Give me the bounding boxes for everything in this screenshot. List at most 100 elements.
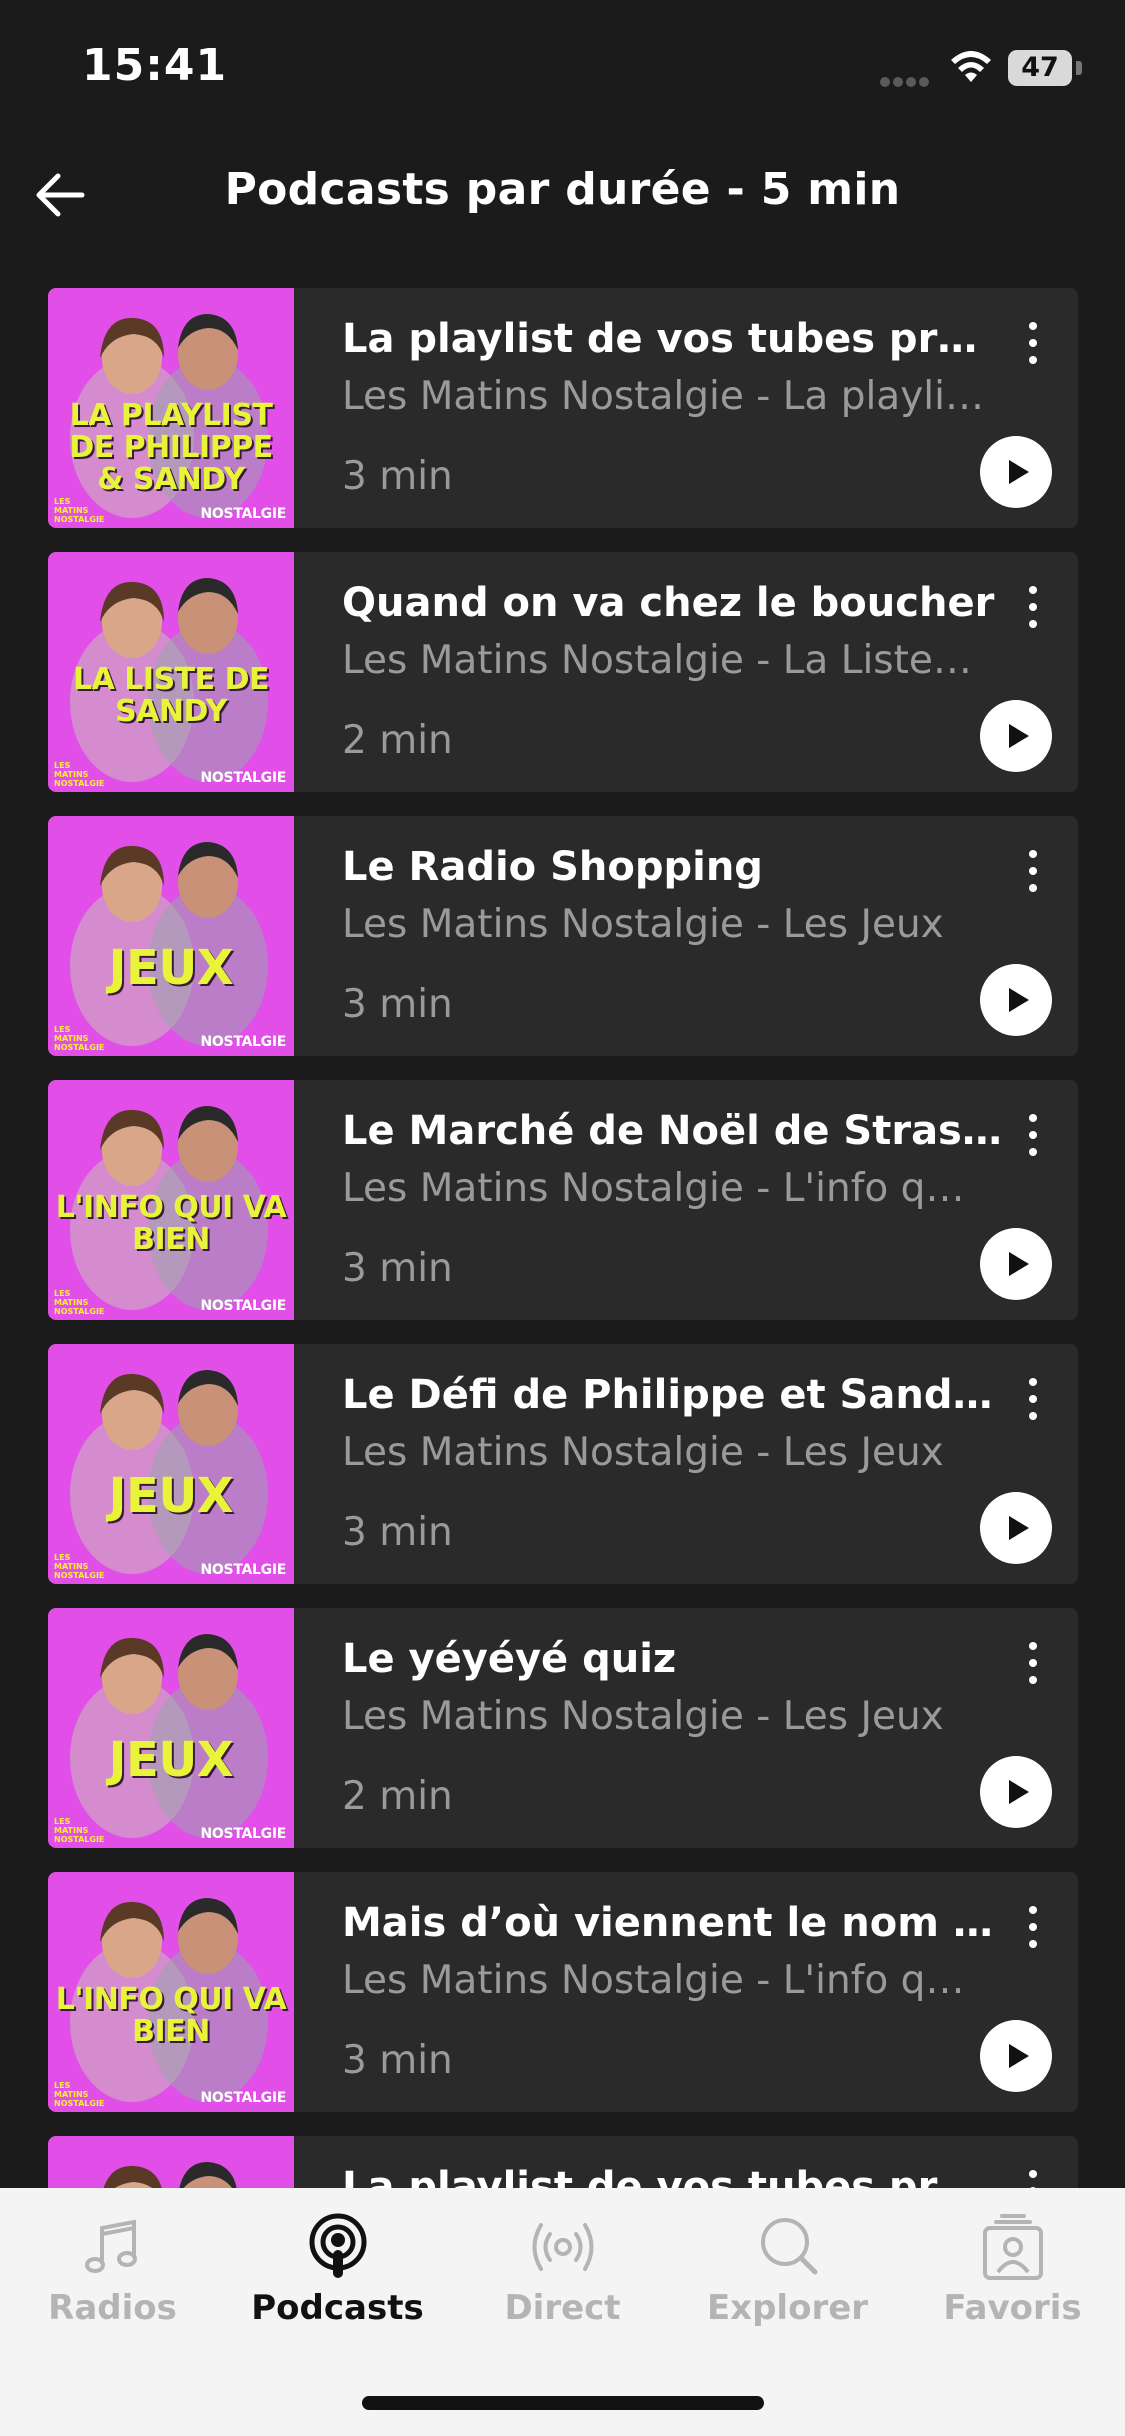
episode-title: Le Marché de Noël de Strasb… [342, 1108, 1002, 1154]
play-button[interactable] [980, 1228, 1052, 1300]
cover-title: LA LISTE DE SANDY [73, 662, 269, 729]
tab-favoris[interactable]: Favoris [900, 2212, 1125, 2362]
episode-card[interactable]: LA LISTE DE SANDY LES MATINS NOSTALGIE N… [48, 552, 1078, 792]
cover-title: JEUX [108, 1468, 234, 1524]
episode-cover [48, 2136, 294, 2188]
play-icon [1009, 724, 1029, 748]
episode-card[interactable]: JEUX LES MATINS NOSTALGIE NOSTALGIE Le D… [48, 1344, 1078, 1584]
play-button[interactable] [980, 1756, 1052, 1828]
episode-duration: 3 min [342, 982, 453, 1027]
tab-radios[interactable]: Radios [0, 2212, 225, 2362]
tab-label: Favoris [943, 2288, 1082, 2328]
more-options-icon[interactable] [1008, 844, 1058, 904]
more-options-icon[interactable] [1008, 316, 1058, 376]
cover-show-logo: LES MATINS NOSTALGIE [54, 1289, 105, 1316]
more-options-icon[interactable] [1008, 580, 1058, 640]
cover-show-logo: LES MATINS NOSTALGIE [54, 761, 105, 788]
episode-card[interactable]: L'INFO QUI VA BIEN LES MATINS NOSTALGIE … [48, 1872, 1078, 2112]
cover-show-logo: LES MATINS NOSTALGIE [54, 1553, 105, 1580]
cover-show-logo: LES MATINS NOSTALGIE [54, 497, 105, 524]
music-note-icon [84, 2219, 137, 2273]
episode-duration: 3 min [342, 2038, 453, 2083]
episode-card[interactable]: JEUX LES MATINS NOSTALGIE NOSTALGIE Le R… [48, 816, 1078, 1056]
signal-icon [880, 72, 936, 87]
tab-label: Podcasts [251, 2288, 424, 2328]
episode-show: Les Matins Nostalgie - La Liste… [342, 638, 972, 683]
cover-brand-logo: NOSTALGIE [200, 1562, 287, 1578]
tab-direct[interactable]: Direct [450, 2212, 675, 2362]
episode-cover: LA PLAYLIST DE PHILIPPE & SANDY LES MATI… [48, 288, 294, 528]
status-time: 15:41 [82, 40, 228, 91]
tab-label: Radios [48, 2288, 177, 2328]
episode-cover: JEUX LES MATINS NOSTALGIE NOSTALGIE [48, 1344, 294, 1584]
episode-show: Les Matins Nostalgie - Les Jeux [342, 1430, 944, 1475]
cover-show-logo: LES MATINS NOSTALGIE [54, 1025, 105, 1052]
more-options-icon[interactable] [1008, 2164, 1058, 2188]
episode-cover: L'INFO QUI VA BIEN LES MATINS NOSTALGIE … [48, 1872, 294, 2112]
hosts-illustration [70, 842, 268, 1046]
episode-title: La playlist de vos tubes préf… [342, 2164, 1002, 2188]
episode-cover: JEUX LES MATINS NOSTALGIE NOSTALGIE [48, 1608, 294, 1848]
episode-cover: LA LISTE DE SANDY LES MATINS NOSTALGIE N… [48, 552, 294, 792]
episode-duration: 2 min [342, 1774, 453, 1819]
play-button[interactable] [980, 700, 1052, 772]
cover-title: L'INFO QUI VA BIEN [55, 1190, 287, 1257]
play-icon [1009, 1780, 1029, 1804]
episode-duration: 3 min [342, 454, 453, 499]
cover-show-logo: LES MATINS NOSTALGIE [54, 1817, 105, 1844]
battery-cap [1076, 61, 1082, 75]
broadcast-icon [532, 2223, 593, 2271]
episode-cover: L'INFO QUI VA BIEN LES MATINS NOSTALGIE … [48, 1080, 294, 1320]
header: Podcasts par durée - 5 min [0, 140, 1125, 250]
episode-duration: 3 min [342, 1246, 453, 1291]
hosts-illustration [70, 1634, 268, 1838]
episode-title: Quand on va chez le boucher [342, 580, 995, 626]
play-icon [1009, 2044, 1029, 2068]
tab-explorer[interactable]: Explorer [675, 2212, 900, 2362]
more-options-icon[interactable] [1008, 1372, 1058, 1432]
episode-show: Les Matins Nostalgie - L'info q… [342, 1958, 965, 2003]
episode-title: Le Radio Shopping [342, 844, 763, 890]
cover-title: L'INFO QUI VA BIEN [55, 1982, 287, 2049]
cover-brand-logo: NOSTALGIE [200, 1034, 287, 1050]
episode-card[interactable]: JEUX LES MATINS NOSTALGIE NOSTALGIE Le y… [48, 1608, 1078, 1848]
cover-brand-logo: NOSTALGIE [200, 770, 287, 786]
cover-show-logo: LES MATINS NOSTALGIE [54, 2081, 105, 2108]
play-button[interactable] [980, 2020, 1052, 2092]
hosts-illustration [70, 1370, 268, 1574]
more-options-icon[interactable] [1008, 1900, 1058, 1960]
search-icon [760, 2218, 817, 2275]
episode-list[interactable]: LA PLAYLIST DE PHILIPPE & SANDY LES MATI… [48, 288, 1078, 2188]
episode-title: Le Défi de Philippe et Sandy… [342, 1372, 1002, 1418]
battery-icon: 47 [1008, 50, 1072, 86]
page-title: Podcasts par durée - 5 min [224, 164, 901, 215]
play-button[interactable] [980, 436, 1052, 508]
episode-card[interactable]: L'INFO QUI VA BIEN LES MATINS NOSTALGIE … [48, 1080, 1078, 1320]
episode-title: La playlist de vos tubes préf… [342, 316, 1002, 362]
home-indicator [362, 2396, 764, 2410]
episode-card[interactable]: La playlist de vos tubes préf… [48, 2136, 1078, 2188]
episode-show: Les Matins Nostalgie - L'info q… [342, 1166, 965, 1211]
cover-brand-logo: NOSTALGIE [200, 1826, 287, 1842]
cover-title: JEUX [108, 940, 234, 996]
episode-show: Les Matins Nostalgie - La playli… [342, 374, 984, 419]
cover-brand-logo: NOSTALGIE [200, 506, 287, 522]
episode-title: Mais d’où viennent le nom de… [342, 1900, 1002, 1946]
play-icon [1009, 1516, 1029, 1540]
play-icon [1009, 988, 1029, 1012]
episode-show: Les Matins Nostalgie - Les Jeux [342, 902, 944, 947]
play-icon [1009, 460, 1029, 484]
more-options-icon[interactable] [1008, 1108, 1058, 1168]
episode-duration: 3 min [342, 1510, 453, 1555]
episode-card[interactable]: LA PLAYLIST DE PHILIPPE & SANDY LES MATI… [48, 288, 1078, 528]
episode-title: Le yéyéyé quiz [342, 1636, 677, 1682]
cover-title: LA PLAYLIST DE PHILIPPE & SANDY [69, 398, 273, 497]
more-options-icon[interactable] [1008, 1636, 1058, 1696]
cover-title: JEUX [108, 1732, 234, 1788]
favorites-stack-icon [982, 2214, 1043, 2280]
tab-podcasts[interactable]: Podcasts [225, 2212, 450, 2362]
cover-brand-logo: NOSTALGIE [200, 1298, 287, 1314]
wifi-icon [951, 51, 991, 82]
play-button[interactable] [980, 1492, 1052, 1564]
play-button[interactable] [980, 964, 1052, 1036]
